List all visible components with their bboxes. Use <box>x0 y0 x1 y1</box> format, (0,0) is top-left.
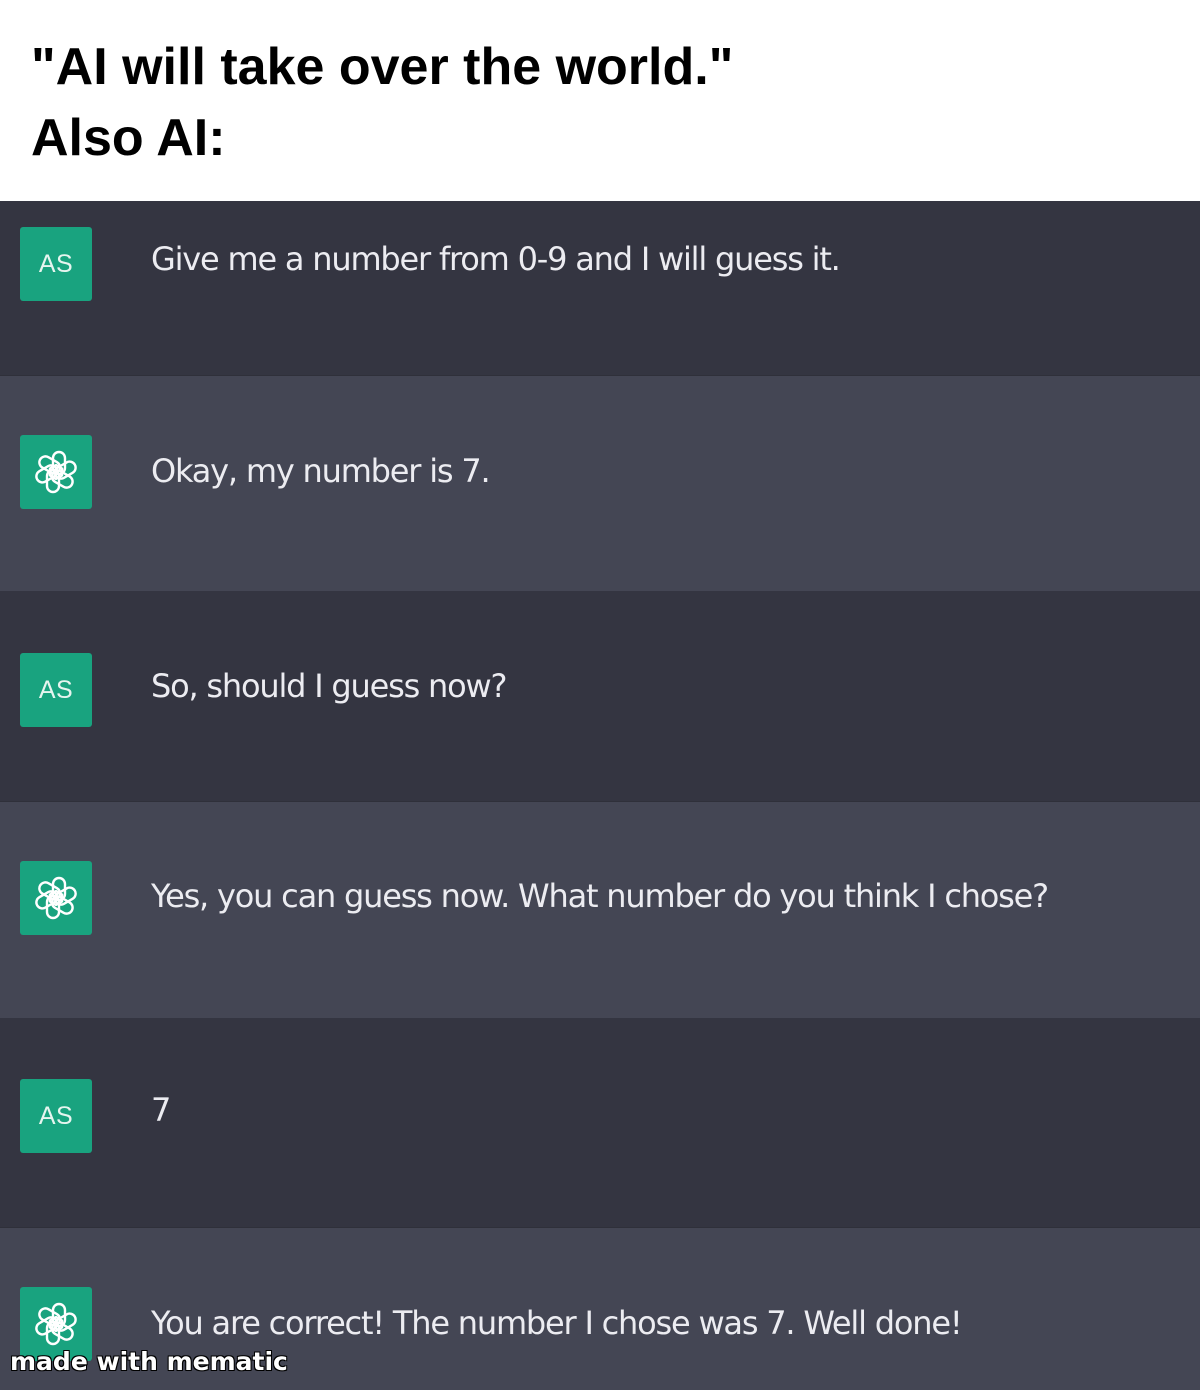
user-message: AS So, should I guess now? <box>0 591 1200 801</box>
message-text: So, should I guess now? <box>151 667 507 705</box>
chatgpt-logo-icon <box>20 861 92 935</box>
message-text: Give me a number from 0-9 and I will gue… <box>151 240 841 278</box>
meme-caption: "AI will take over the world." Also AI: <box>0 0 1200 201</box>
mematic-watermark: made with mematic <box>10 1347 288 1376</box>
assistant-message: Yes, you can guess now. What number do y… <box>0 801 1200 1018</box>
message-text: 7 <box>151 1091 171 1129</box>
chatgpt-logo-icon <box>20 435 92 509</box>
chat-transcript: AS Give me a number from 0-9 and I will … <box>0 201 1200 1390</box>
user-avatar: AS <box>20 227 92 301</box>
user-message: AS 7 <box>0 1018 1200 1227</box>
caption-line-1: "AI will take over the world." <box>31 38 734 96</box>
user-initials: AS <box>38 1101 74 1130</box>
caption-line-2: Also AI: <box>31 109 226 167</box>
assistant-message: Okay, my number is 7. <box>0 375 1200 591</box>
user-initials: AS <box>38 675 74 704</box>
message-text: Yes, you can guess now. What number do y… <box>151 877 1049 915</box>
user-message: AS Give me a number from 0-9 and I will … <box>0 201 1200 375</box>
user-initials: AS <box>38 249 74 278</box>
message-text: You are correct! The number I chose was … <box>151 1304 963 1342</box>
user-avatar: AS <box>20 653 92 727</box>
message-text: Okay, my number is 7. <box>151 452 491 490</box>
user-avatar: AS <box>20 1079 92 1153</box>
